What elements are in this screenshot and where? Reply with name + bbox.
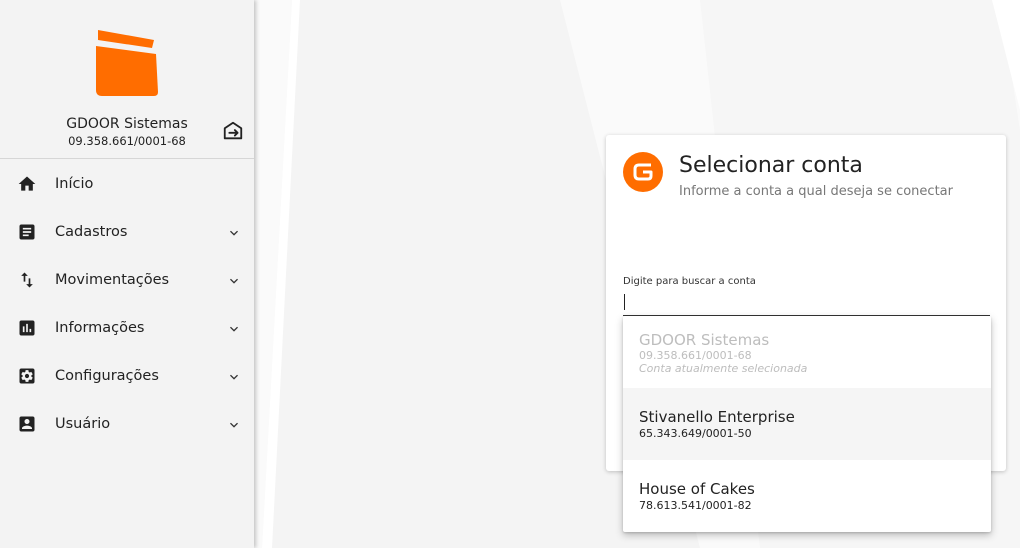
- account-box-icon: [19, 416, 35, 432]
- option-note: Conta atualmente selecionada: [639, 362, 808, 375]
- settings-icon: [19, 368, 35, 384]
- sidebar-item-usuario[interactable]: Usuário: [0, 400, 254, 448]
- swap-vertical-icon: [21, 272, 33, 288]
- dialog-subtitle: Informe a conta a qual deseja se conecta…: [679, 184, 953, 199]
- chevron-down-icon: [230, 278, 238, 284]
- chevron-down-icon: [230, 374, 238, 380]
- account-search-input[interactable]: [623, 291, 990, 316]
- option-name: GDOOR Sistemas: [639, 331, 770, 349]
- company-cnpj: 09.358.661/0001-68: [68, 134, 186, 148]
- sidebar-item-label: Cadastros: [55, 224, 128, 240]
- search-label: Digite para buscar a conta: [623, 276, 756, 287]
- option-document: 09.358.661/0001-68: [639, 349, 752, 362]
- sidebar-item-label: Movimentações: [55, 272, 170, 288]
- sidebar-item-label: Configurações: [55, 368, 159, 384]
- sidebar-divider: [0, 158, 254, 159]
- account-dropdown: GDOOR Sistemas 09.358.661/0001-68 Conta …: [623, 316, 991, 532]
- sidebar-item-configuracoes[interactable]: Configurações: [0, 352, 254, 400]
- sidebar-nav: Início Cadastros Movimentações Informaçõ…: [0, 160, 254, 448]
- company-logo: [96, 30, 158, 96]
- home-icon: [18, 176, 36, 191]
- gdoor-logo-icon: [623, 152, 663, 192]
- chevron-down-icon: [230, 326, 238, 332]
- account-option-stivanello[interactable]: Stivanello Enterprise 65.343.649/0001-50: [623, 388, 991, 460]
- option-document: 65.343.649/0001-50: [639, 427, 752, 440]
- chevron-down-icon: [230, 422, 238, 428]
- sidebar-item-label: Informações: [55, 320, 145, 336]
- logout-icon[interactable]: [222, 120, 244, 142]
- option-name: House of Cakes: [639, 480, 755, 498]
- account-option-house-of-cakes[interactable]: House of Cakes 78.613.541/0001-82: [623, 460, 991, 532]
- option-document: 78.613.541/0001-82: [639, 499, 752, 512]
- account-option-gdoor: GDOOR Sistemas 09.358.661/0001-68 Conta …: [623, 316, 991, 388]
- sidebar-item-cadastros[interactable]: Cadastros: [0, 208, 254, 256]
- text-caret: [624, 294, 625, 310]
- company-name: GDOOR Sistemas: [66, 116, 188, 132]
- dialog-title: Selecionar conta: [679, 153, 863, 178]
- sidebar-item-informacoes[interactable]: Informações: [0, 304, 254, 352]
- bar-chart-icon: [19, 320, 35, 336]
- chevron-down-icon: [230, 230, 238, 236]
- option-name: Stivanello Enterprise: [639, 408, 795, 426]
- sidebar-item-label: Início: [55, 176, 94, 192]
- sidebar-item-movimentacoes[interactable]: Movimentações: [0, 256, 254, 304]
- sidebar: GDOOR Sistemas 09.358.661/0001-68 Início…: [0, 0, 254, 548]
- article-icon: [19, 224, 35, 240]
- sidebar-item-inicio[interactable]: Início: [0, 160, 254, 208]
- sidebar-item-label: Usuário: [55, 416, 111, 432]
